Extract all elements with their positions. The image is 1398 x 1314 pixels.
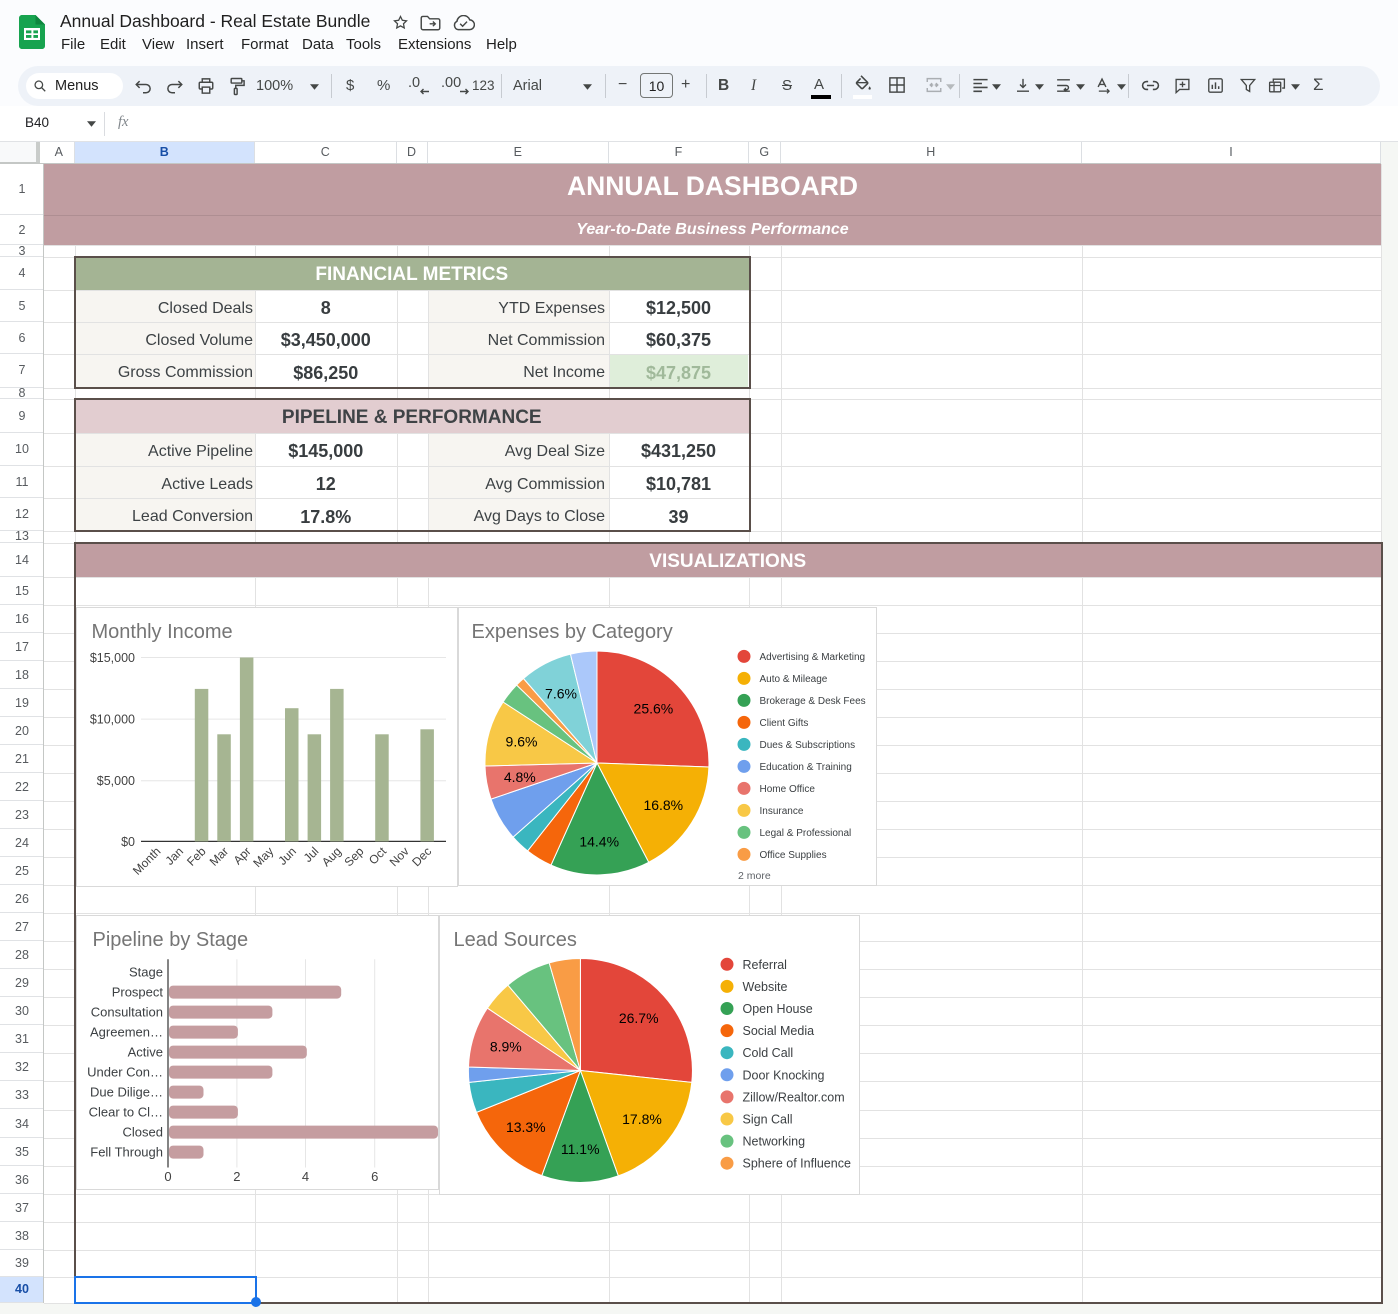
svg-text:Under Con…: Under Con…: [87, 1064, 163, 1079]
svg-text:Office Supplies: Office Supplies: [759, 850, 826, 861]
svg-text:Sign Call: Sign Call: [742, 1112, 792, 1126]
svg-text:Zillow/Realtor.com: Zillow/Realtor.com: [742, 1090, 844, 1104]
svg-text:Fell Through: Fell Through: [90, 1144, 163, 1159]
svg-text:Feb: Feb: [184, 843, 209, 868]
svg-text:Legal & Professional: Legal & Professional: [759, 828, 851, 839]
svg-text:Open House: Open House: [742, 1002, 812, 1016]
svg-text:16.8%: 16.8%: [643, 797, 683, 813]
svg-text:11.1%: 11.1%: [560, 1140, 599, 1156]
svg-text:Home Office: Home Office: [759, 784, 815, 795]
svg-text:2: 2: [233, 1169, 240, 1184]
svg-text:Aug: Aug: [319, 844, 344, 869]
svg-text:13.3%: 13.3%: [505, 1118, 545, 1134]
svg-text:Brokerage & Desk Fees: Brokerage & Desk Fees: [759, 696, 865, 707]
svg-text:Jun: Jun: [275, 844, 299, 868]
svg-text:Jul: Jul: [300, 844, 321, 865]
svg-text:Networking: Networking: [742, 1134, 805, 1148]
svg-text:Nov: Nov: [386, 844, 411, 869]
svg-text:6: 6: [371, 1169, 378, 1184]
svg-text:4.8%: 4.8%: [503, 769, 535, 785]
svg-text:Sphere of Influence: Sphere of Influence: [742, 1156, 850, 1170]
svg-text:14.4%: 14.4%: [579, 833, 619, 849]
svg-text:Cold Call: Cold Call: [742, 1046, 793, 1060]
svg-text:Dues & Subscriptions: Dues & Subscriptions: [759, 740, 855, 751]
svg-text:Clear to Cl…: Clear to Cl…: [88, 1104, 162, 1119]
svg-text:Website: Website: [742, 979, 787, 993]
svg-text:Oct: Oct: [366, 843, 390, 867]
svg-text:Stage: Stage: [129, 964, 163, 979]
svg-text:Due Dilige…: Due Dilige…: [90, 1084, 163, 1099]
svg-text:Door Knocking: Door Knocking: [742, 1068, 824, 1082]
svg-text:4: 4: [301, 1169, 308, 1184]
svg-text:Education & Training: Education & Training: [759, 762, 851, 773]
svg-text:0: 0: [164, 1169, 171, 1184]
svg-text:Advertising & Marketing: Advertising & Marketing: [759, 652, 865, 663]
svg-text:$5,000: $5,000: [96, 774, 134, 788]
svg-text:Referral: Referral: [742, 957, 786, 971]
svg-text:8.9%: 8.9%: [489, 1038, 521, 1054]
svg-text:Prospect: Prospect: [111, 984, 163, 999]
svg-text:$15,000: $15,000: [89, 651, 134, 665]
svg-text:May: May: [250, 844, 276, 870]
svg-text:Consultation: Consultation: [90, 1004, 162, 1019]
svg-text:7.6%: 7.6%: [545, 685, 577, 701]
svg-text:Social Media: Social Media: [742, 1024, 814, 1038]
svg-text:Dec: Dec: [409, 844, 434, 869]
svg-text:Client Gifts: Client Gifts: [759, 718, 808, 729]
svg-text:2 more: 2 more: [738, 870, 771, 882]
svg-text:Sep: Sep: [341, 843, 366, 868]
svg-text:Insurance: Insurance: [759, 806, 803, 817]
svg-text:9.6%: 9.6%: [505, 734, 537, 750]
svg-text:Mar: Mar: [206, 844, 231, 869]
svg-text:25.6%: 25.6%: [633, 701, 673, 717]
svg-text:26.7%: 26.7%: [618, 1010, 658, 1026]
svg-text:Active: Active: [127, 1044, 162, 1059]
svg-text:Month: Month: [130, 844, 163, 877]
svg-text:Jan: Jan: [162, 844, 186, 868]
svg-text:Agreemen…: Agreemen…: [90, 1024, 163, 1039]
svg-text:Apr: Apr: [230, 844, 253, 867]
svg-text:$10,000: $10,000: [89, 712, 134, 726]
svg-text:17.8%: 17.8%: [622, 1110, 662, 1126]
svg-text:Auto & Mileage: Auto & Mileage: [759, 674, 827, 685]
svg-text:$0: $0: [121, 834, 135, 848]
svg-text:Closed: Closed: [122, 1124, 162, 1139]
